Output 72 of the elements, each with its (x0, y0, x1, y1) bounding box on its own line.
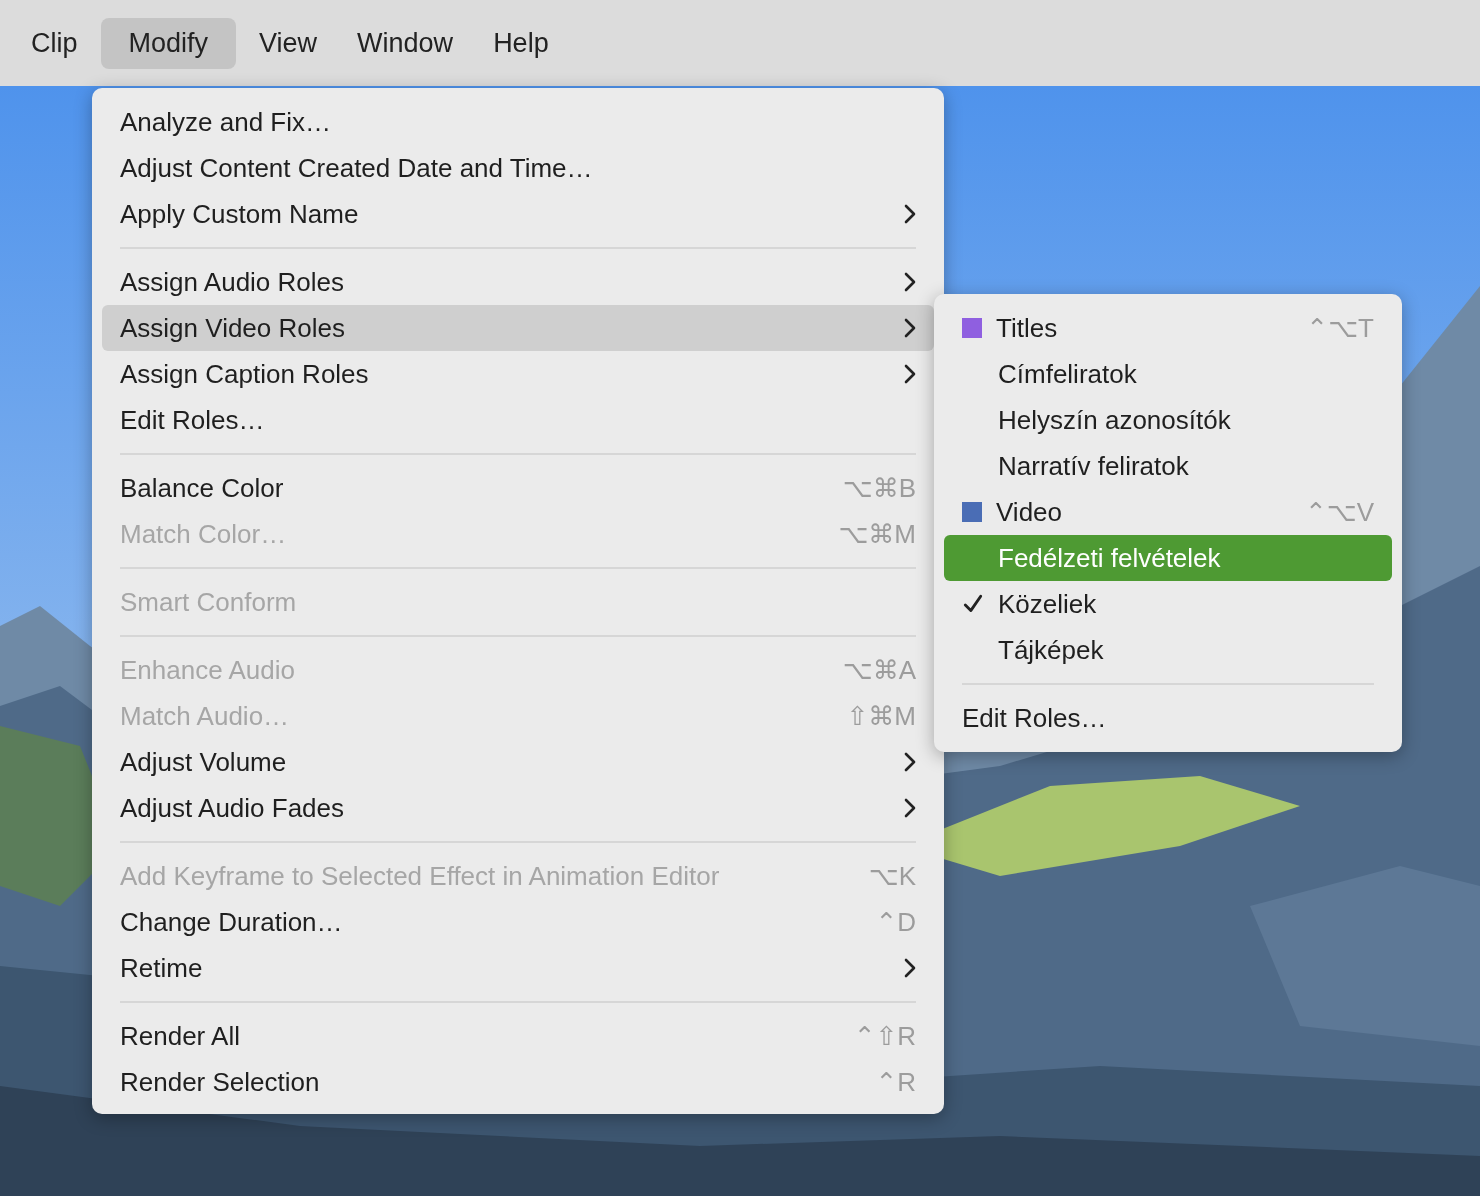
menu-item-label: Tájképek (998, 634, 1105, 666)
menu-item-label: Adjust Volume (120, 746, 288, 778)
menu-item-label: Retime (120, 952, 204, 984)
menu-item-label: Match Audio… (120, 700, 291, 732)
menu-item[interactable]: Edit Roles… (102, 397, 934, 443)
keyboard-shortcut: ⌥K (868, 860, 916, 892)
menu-item-label: Assign Video Roles (120, 312, 346, 344)
keyboard-shortcut: ⌃D (875, 906, 916, 938)
menu-item-label: Analyze and Fix… (120, 106, 332, 138)
menu-item-label: Helyszín azonosítók (998, 404, 1232, 436)
menu-item-label: Edit Roles… (120, 404, 266, 436)
keyboard-shortcut: ⌥⌘B (842, 472, 916, 504)
menu-item[interactable]: Címfeliratok (944, 351, 1392, 397)
menu-item[interactable]: Change Duration… ⌃D (102, 899, 934, 945)
menu-item[interactable]: Helyszín azonosítók (944, 397, 1392, 443)
menu-item[interactable]: Video ⌃⌥V (944, 489, 1392, 535)
menu-item-label: Render Selection (120, 1066, 321, 1098)
chevron-right-icon (904, 364, 916, 384)
menu-title[interactable]: Window (340, 17, 471, 69)
menu-item-label: Assign Caption Roles (120, 358, 370, 390)
menu-item[interactable]: Fedélzeti felvételek (944, 535, 1392, 581)
menu-item-label: Apply Custom Name (120, 198, 360, 230)
keyboard-shortcut: ⇧⌘M (846, 700, 916, 732)
keyboard-shortcut: ⌥⌘M (838, 518, 916, 550)
menu-item[interactable]: Assign Video Roles (102, 305, 934, 351)
menu-title[interactable]: Modify (100, 17, 237, 69)
menu-item[interactable]: Adjust Volume (102, 739, 934, 785)
menu-item[interactable]: Apply Custom Name (102, 191, 934, 237)
menu-item[interactable]: Analyze and Fix… (102, 99, 934, 145)
chevron-right-icon (904, 752, 916, 772)
chevron-right-icon (904, 798, 916, 818)
keyboard-shortcut: ⌥⌘A (842, 654, 916, 686)
menu-item-label: Közeliek (998, 588, 1098, 620)
menu-item-label: Címfeliratok (998, 358, 1138, 390)
keyboard-shortcut: ⌃⇧R (853, 1020, 916, 1052)
menu-item-label: Balance Color (120, 472, 285, 504)
chevron-right-icon (904, 318, 916, 338)
menu-item-label: Fedélzeti felvételek (998, 542, 1222, 574)
menu-item[interactable]: Narratív feliratok (944, 443, 1392, 489)
keyboard-shortcut: ⌃R (875, 1066, 916, 1098)
menu-item-label: Match Color… (120, 518, 288, 550)
menu-item-label: Smart Conform (120, 586, 298, 618)
menu-item[interactable]: Tájképek (944, 627, 1392, 673)
chevron-right-icon (904, 204, 916, 224)
keyboard-shortcut: ⌃⌥V (1304, 496, 1374, 528)
chevron-right-icon (904, 272, 916, 292)
menu-title[interactable]: Clip (14, 17, 95, 69)
menu-item-label: Change Duration… (120, 906, 344, 938)
menu-item[interactable]: Közeliek (944, 581, 1392, 627)
menu-item[interactable]: Edit Roles… (944, 695, 1392, 741)
menu-item[interactable]: Render Selection ⌃R (102, 1059, 934, 1105)
menu-item-label: Enhance Audio (120, 654, 296, 686)
menu-title[interactable]: View (242, 17, 335, 69)
menu-item[interactable]: Assign Caption Roles (102, 351, 934, 397)
menu-title[interactable]: Help (476, 17, 566, 69)
menu-item-label: Adjust Content Created Date and Time… (120, 152, 594, 184)
chevron-right-icon (904, 958, 916, 978)
menu-item-label: Assign Audio Roles (120, 266, 346, 298)
menu-item-label: Render All (120, 1020, 241, 1052)
menu-item[interactable]: Assign Audio Roles (102, 259, 934, 305)
menu-item-label: Narratív feliratok (998, 450, 1190, 482)
keyboard-shortcut: ⌃⌥T (1306, 312, 1374, 344)
menu-item[interactable]: Titles ⌃⌥T (944, 305, 1392, 351)
menu-item-label: Add Keyframe to Selected Effect in Animation Editor (120, 860, 721, 892)
menu-item[interactable]: Adjust Audio Fades (102, 785, 934, 831)
menu-item-label: Video (996, 496, 1064, 528)
menu-item[interactable]: Retime (102, 945, 934, 991)
menu-item-label: Adjust Audio Fades (120, 792, 346, 824)
menu-item-label: Titles (996, 312, 1059, 344)
menu-item[interactable]: Balance Color ⌥⌘B (102, 465, 934, 511)
menu-item[interactable]: Adjust Content Created Date and Time… (102, 145, 934, 191)
menu-item[interactable]: Render All ⌃⇧R (102, 1013, 934, 1059)
